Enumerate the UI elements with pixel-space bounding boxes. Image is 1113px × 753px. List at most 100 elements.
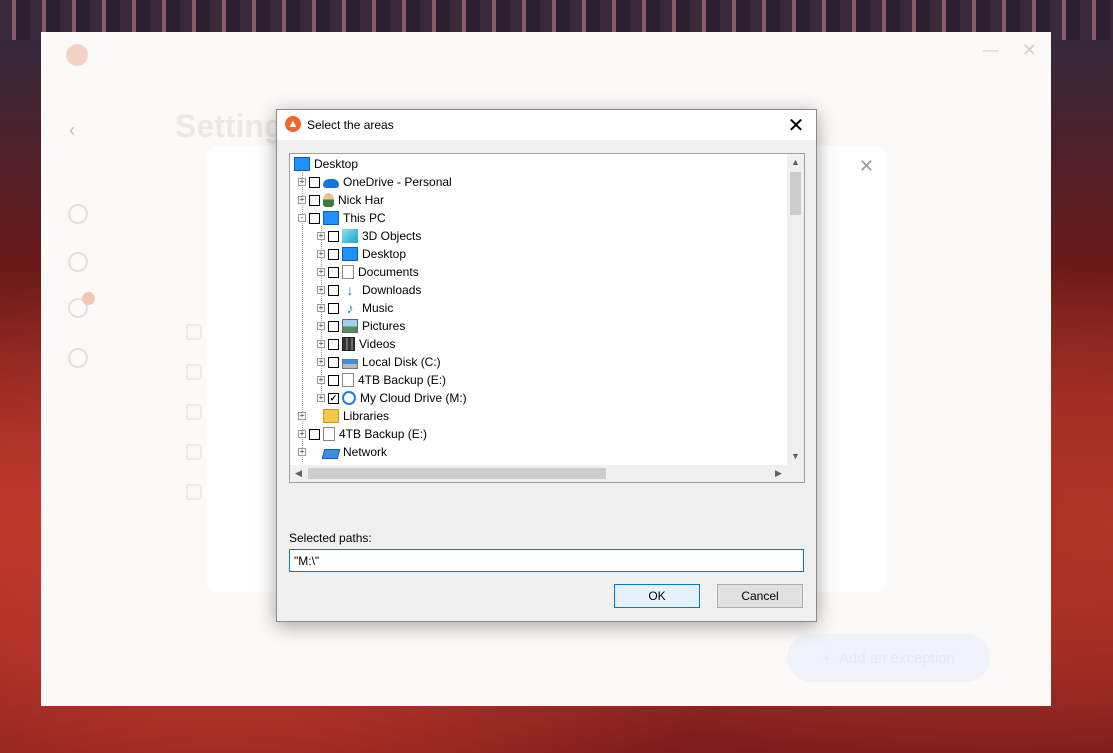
scroll-thumb[interactable]: [790, 172, 801, 215]
minimize-icon[interactable]: —: [983, 42, 999, 60]
add-exception-label: Add an exception: [838, 649, 955, 667]
tree-item[interactable]: Desktop: [294, 155, 358, 173]
tree-item[interactable]: + ♪ Music: [317, 299, 393, 317]
tree-item[interactable]: +4TB Backup (E:): [298, 425, 427, 443]
expand-icon[interactable]: +: [317, 304, 325, 312]
account-icon[interactable]: [68, 348, 88, 368]
tree-item[interactable]: + Desktop: [317, 245, 406, 263]
selected-paths-input[interactable]: [289, 549, 804, 572]
expand-icon[interactable]: +: [317, 250, 325, 258]
back-arrow-icon[interactable]: ‹: [69, 120, 75, 141]
tree-item-label: 4TB Backup (E:): [358, 373, 447, 387]
tree-checkbox[interactable]: [309, 212, 320, 224]
scroll-up-icon[interactable]: ▲: [787, 154, 804, 171]
folder-tree[interactable]: Desktop + OneDrive - Personal + Nick Har - Thi…: [289, 153, 805, 483]
tree-item[interactable]: + Local Disk (C:): [317, 353, 441, 371]
tree-checkbox[interactable]: ✓: [328, 392, 339, 404]
close-icon[interactable]: ✕: [784, 113, 808, 138]
tree-checkbox[interactable]: [328, 284, 339, 296]
background-checkbox: [186, 324, 202, 340]
expand-icon[interactable]: +: [298, 430, 306, 438]
tree-checkbox[interactable]: [328, 374, 339, 386]
videos-icon: [342, 337, 355, 351]
tree-item[interactable]: + ↓ Downloads: [317, 281, 421, 299]
pictures-icon: [342, 319, 358, 333]
tree-item-label: Nick Har: [338, 193, 385, 207]
expand-icon[interactable]: +: [298, 178, 306, 186]
tree-checkbox[interactable]: [328, 338, 339, 350]
expand-icon[interactable]: +: [317, 268, 325, 276]
tree-checkbox[interactable]: [328, 230, 339, 242]
tree-item[interactable]: + Network: [298, 443, 387, 461]
tree-item[interactable]: + Videos: [317, 335, 395, 353]
expand-icon[interactable]: +: [317, 232, 325, 240]
ok-button[interactable]: OK: [614, 584, 700, 608]
expand-icon[interactable]: +: [317, 340, 325, 348]
home-icon[interactable]: [68, 204, 88, 224]
select-areas-dialog: ▲ Select the areas ✕ Desktop + OneDrive - …: [276, 109, 817, 622]
tree-item-label: Network: [343, 445, 388, 459]
desktop-icon: [294, 157, 310, 171]
tree-item-label: This PC: [343, 211, 386, 225]
vertical-scrollbar[interactable]: ▲ ▼: [787, 154, 804, 465]
tree-checkbox[interactable]: [328, 356, 339, 368]
background-checkbox: [186, 364, 202, 380]
scroll-left-icon[interactable]: ◀: [290, 465, 307, 482]
user-icon: [323, 193, 334, 207]
scroll-thumb-horizontal[interactable]: [308, 468, 606, 479]
tree-item-label: Music: [362, 301, 394, 315]
cancel-button[interactable]: Cancel: [717, 584, 803, 608]
this-pc-icon: [323, 211, 339, 225]
expand-icon[interactable]: +: [317, 286, 325, 294]
tree-checkbox[interactable]: [328, 266, 339, 278]
music-icon: ♪: [346, 300, 354, 316]
app-logo-icon: [66, 44, 88, 66]
expand-icon[interactable]: +: [317, 322, 325, 330]
tree-checkbox[interactable]: [328, 320, 339, 332]
tree-checkbox[interactable]: [309, 176, 320, 188]
tree-checkbox[interactable]: [309, 428, 320, 440]
expand-icon[interactable]: +: [298, 196, 306, 204]
cloud-drive-icon: [342, 391, 356, 405]
expand-icon[interactable]: +: [298, 412, 306, 420]
tree-checkbox[interactable]: [328, 248, 339, 260]
background-checkbox: [186, 444, 202, 460]
tree-item-label: My Cloud Drive (M:): [360, 391, 467, 405]
scroll-right-icon[interactable]: ▶: [770, 465, 787, 482]
drive-icon: [342, 373, 354, 387]
selected-paths-label: Selected paths:: [289, 531, 372, 545]
tree-item[interactable]: + Nick Har: [298, 191, 384, 209]
dialog-titlebar: ▲ Select the areas ✕: [277, 110, 816, 140]
local-disk-icon: [342, 359, 358, 369]
window-close-icon[interactable]: ✕: [1022, 40, 1037, 61]
drive-icon: [323, 427, 335, 441]
horizontal-scrollbar[interactable]: ◀ ▶: [290, 465, 787, 482]
expand-icon[interactable]: +: [317, 394, 325, 402]
scrollbar-corner: [787, 465, 804, 482]
collapse-icon[interactable]: -: [298, 214, 306, 222]
libraries-icon: [323, 409, 339, 423]
tree-checkbox[interactable]: [328, 302, 339, 314]
tree-item-label: Videos: [359, 337, 396, 351]
expand-icon[interactable]: +: [317, 376, 325, 384]
tree-item[interactable]: - This PC: [298, 209, 386, 227]
compass-icon[interactable]: [68, 252, 88, 272]
tree-item[interactable]: + Pictures: [317, 317, 405, 335]
scroll-down-icon[interactable]: ▼: [787, 448, 804, 465]
tree-item[interactable]: +3D Objects: [317, 227, 421, 245]
tree-item[interactable]: +4TB Backup (E:): [317, 371, 446, 389]
expand-icon[interactable]: +: [298, 448, 306, 456]
tree-item[interactable]: + Libraries: [298, 407, 389, 425]
notification-badge: [82, 292, 95, 305]
tree-checkbox[interactable]: [309, 194, 320, 206]
tree-item-label: OneDrive - Personal: [343, 175, 452, 189]
tree-item[interactable]: + OneDrive - Personal: [298, 173, 452, 191]
desktop-icon: [342, 247, 358, 261]
expand-icon[interactable]: +: [317, 358, 325, 366]
tree-item-label: Local Disk (C:): [362, 355, 441, 369]
tree-item[interactable]: + Documents: [317, 263, 419, 281]
tree-item[interactable]: + ✓ My Cloud Drive (M:): [317, 389, 467, 407]
add-exception-button[interactable]: + Add an exception: [787, 634, 990, 682]
background-checkbox: [186, 484, 202, 500]
panel-close-icon[interactable]: ✕: [859, 156, 874, 177]
